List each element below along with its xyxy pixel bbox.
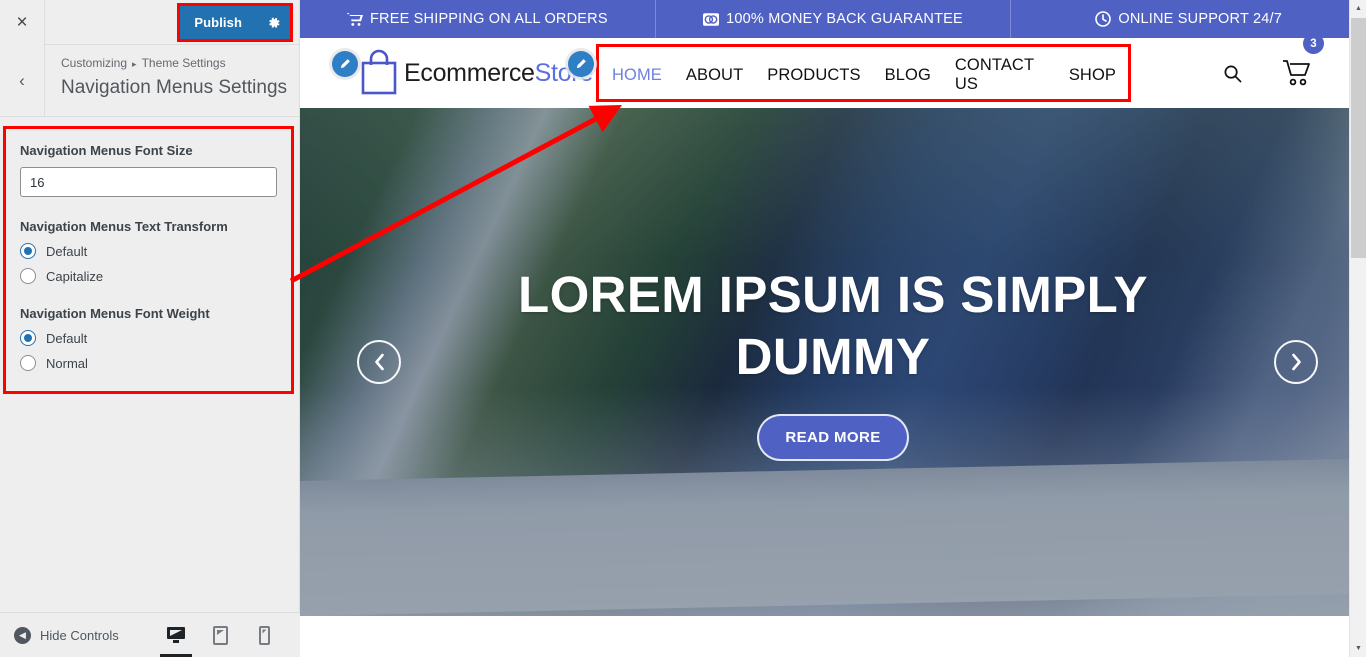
hero-title: LOREM IPSUM IS SIMPLY DUMMY bbox=[518, 265, 1148, 385]
radio-button-icon[interactable] bbox=[20, 268, 36, 284]
breadcrumb-section[interactable]: Theme Settings bbox=[142, 56, 226, 70]
desktop-icon bbox=[167, 627, 185, 643]
control-label-font-size: Navigation Menus Font Size bbox=[20, 143, 193, 158]
radio-button-icon[interactable] bbox=[20, 355, 36, 371]
customizer-topbar: × Publish bbox=[0, 0, 299, 45]
promo-text: ONLINE SUPPORT 24/7 bbox=[1118, 11, 1282, 27]
control-label-text-transform: Navigation Menus Text Transform bbox=[20, 219, 228, 234]
cart-count-badge: 3 bbox=[1303, 33, 1324, 54]
radio-font-weight-default[interactable]: Default bbox=[20, 330, 277, 346]
logo-text-primary: Ecommerce bbox=[404, 58, 535, 87]
radio-text-transform-default[interactable]: Default bbox=[20, 243, 277, 259]
promo-text: 100% MONEY BACK GUARANTEE bbox=[726, 11, 963, 27]
tablet-icon bbox=[212, 625, 228, 645]
radio-label: Default bbox=[46, 243, 88, 259]
promo-topbar: FREE SHIPPING ON ALL ORDERS 100% MONEY B… bbox=[300, 0, 1366, 38]
customizer-panel-header: ‹ Customizing ▸ Theme Settings Navigation … bbox=[0, 45, 299, 117]
pencil-icon-svg bbox=[576, 59, 586, 69]
radio-label: Normal bbox=[46, 355, 88, 371]
hide-controls-label: Hide Controls bbox=[40, 627, 119, 643]
search-icon[interactable] bbox=[1223, 64, 1242, 83]
control-label-font-weight: Navigation Menus Font Weight bbox=[20, 306, 210, 321]
device-desktop-button[interactable] bbox=[154, 613, 198, 657]
panel-titles: Customizing ▸ Theme Settings Navigation Me… bbox=[45, 45, 287, 116]
control-font-weight: Navigation Menus Font Weight Default Nor… bbox=[20, 306, 277, 371]
nav-item-contact-us[interactable]: CONTACT US bbox=[943, 56, 1057, 94]
page-title: Navigation Menus Settings bbox=[61, 77, 288, 98]
radio-label: Default bbox=[46, 330, 88, 346]
settings-controls-highlight-box: Navigation Menus Font Size Navigation Me… bbox=[3, 126, 294, 394]
device-tablet-button[interactable] bbox=[198, 613, 242, 657]
breadcrumb: Customizing ▸ Theme Settings bbox=[61, 55, 287, 72]
device-mobile-button[interactable] bbox=[242, 613, 286, 657]
breadcrumb-root[interactable]: Customizing bbox=[61, 56, 127, 70]
promo-item-shipping: FREE SHIPPING ON ALL ORDERS bbox=[300, 0, 655, 38]
publish-highlight-box: Publish bbox=[177, 3, 293, 42]
breadcrumb-separator-icon: ▸ bbox=[132, 59, 137, 69]
collapse-arrow-icon: ◀ bbox=[14, 626, 31, 644]
main-navigation: HOME ABOUT PRODUCTS BLOG CONTACT US SHOP bbox=[608, 56, 1128, 94]
cart-icon-svg bbox=[1283, 60, 1310, 86]
site-logo[interactable]: EcommerceStore bbox=[332, 49, 594, 97]
scrollbar-up-arrow-icon[interactable]: ▲ bbox=[1350, 0, 1366, 17]
customizer-screen: × Publish ‹ Customizing ▸ Theme Settings N… bbox=[0, 0, 1366, 657]
scrollbar-thumb[interactable] bbox=[1351, 18, 1366, 258]
radio-label: Capitalize bbox=[46, 268, 104, 284]
scrollbar-down-arrow-icon[interactable]: ▼ bbox=[1350, 640, 1366, 657]
close-customizer-button[interactable]: × bbox=[0, 0, 45, 45]
site-header: EcommerceStore HOME ABOUT PRODUCTS BLOG … bbox=[300, 33, 1366, 108]
chevron-left-icon bbox=[374, 353, 384, 371]
device-preview-buttons bbox=[154, 613, 300, 657]
new-arrivals-section: NEW ARRIVALS bbox=[300, 616, 1366, 657]
shopping-bag-icon bbox=[361, 49, 397, 95]
nav-item-blog[interactable]: BLOG bbox=[873, 66, 943, 85]
pencil-icon-svg bbox=[340, 59, 350, 69]
money-icon bbox=[703, 12, 720, 26]
gear-icon[interactable] bbox=[256, 6, 290, 39]
shopping-cart-icon-svg bbox=[346, 12, 363, 26]
control-font-size: Navigation Menus Font Size bbox=[20, 143, 277, 197]
hero-content: LOREM IPSUM IS SIMPLY DUMMY READ MORE bbox=[300, 108, 1366, 616]
promo-text: FREE SHIPPING ON ALL ORDERS bbox=[369, 11, 608, 27]
shopping-cart-icon bbox=[346, 12, 363, 27]
cart-icon[interactable]: 3 bbox=[1282, 33, 1324, 87]
promo-item-guarantee: 100% MONEY BACK GUARANTEE bbox=[654, 0, 1011, 38]
font-size-input[interactable] bbox=[20, 167, 277, 197]
hide-controls-button[interactable]: ◀ Hide Controls bbox=[0, 626, 119, 644]
radio-button-icon[interactable] bbox=[20, 330, 36, 346]
radio-text-transform-capitalize[interactable]: Capitalize bbox=[20, 268, 277, 284]
money-icon-svg bbox=[703, 12, 720, 26]
nav-item-home[interactable]: HOME bbox=[608, 66, 674, 85]
search-icon-svg bbox=[1224, 65, 1242, 82]
clock-icon bbox=[1095, 11, 1112, 27]
edit-pencil-icon-logo[interactable] bbox=[332, 51, 358, 77]
mobile-icon bbox=[258, 625, 270, 645]
read-more-button[interactable]: READ MORE bbox=[757, 413, 909, 461]
control-text-transform: Navigation Menus Text Transform Default … bbox=[20, 219, 277, 284]
customizer-footer: ◀ Hide Controls bbox=[0, 612, 300, 657]
gear-icon-svg bbox=[268, 17, 279, 28]
nav-item-products[interactable]: PRODUCTS bbox=[755, 66, 872, 85]
slider-prev-button[interactable] bbox=[357, 340, 401, 384]
chevron-right-icon bbox=[1291, 353, 1301, 371]
radio-font-weight-normal[interactable]: Normal bbox=[20, 355, 277, 371]
preview-scrollbar[interactable]: ▲ ▼ bbox=[1349, 0, 1366, 657]
publish-button[interactable]: Publish bbox=[180, 6, 256, 39]
radio-button-icon[interactable] bbox=[20, 243, 36, 259]
nav-item-shop[interactable]: SHOP bbox=[1057, 66, 1128, 85]
hero-slider: LOREM IPSUM IS SIMPLY DUMMY READ MORE bbox=[300, 108, 1366, 616]
logo-text: EcommerceStore bbox=[404, 59, 593, 88]
edit-pencil-icon-nav[interactable] bbox=[568, 51, 594, 77]
site-preview-frame: FREE SHIPPING ON ALL ORDERS 100% MONEY B… bbox=[300, 0, 1366, 657]
header-action-icons: 3 bbox=[1223, 33, 1324, 108]
back-button[interactable]: ‹ bbox=[0, 45, 45, 116]
nav-item-about[interactable]: ABOUT bbox=[674, 66, 755, 85]
customizer-sidebar: × Publish ‹ Customizing ▸ Theme Settings N… bbox=[0, 0, 300, 657]
slider-next-button[interactable] bbox=[1274, 340, 1318, 384]
navigation-menu-highlight-box: HOME ABOUT PRODUCTS BLOG CONTACT US SHOP bbox=[596, 44, 1131, 102]
clock-icon-svg bbox=[1095, 11, 1112, 27]
